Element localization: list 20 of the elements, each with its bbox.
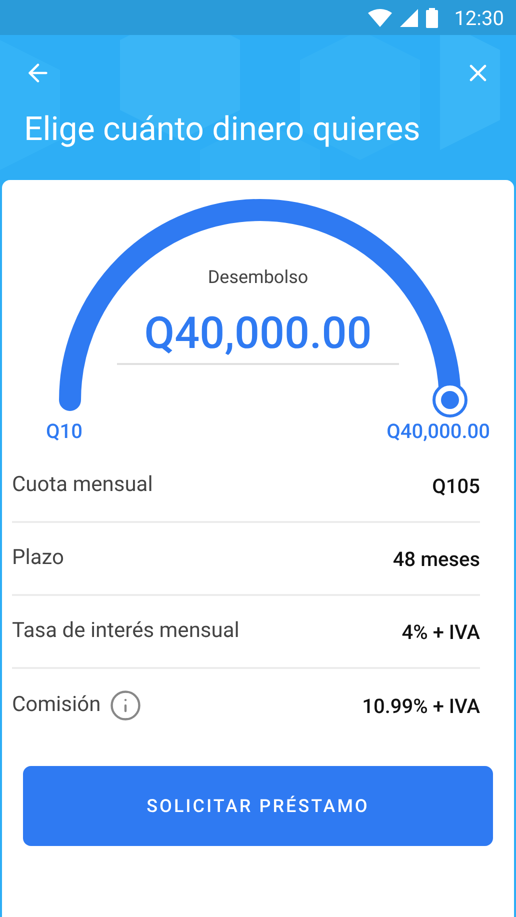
signal-icon (400, 8, 418, 26)
amount-label: Desembolso (208, 266, 308, 290)
detail-value: 4% + IVA (402, 618, 480, 646)
detail-label: Plazo (12, 544, 64, 572)
detail-value: 10.99% + IVA (362, 692, 480, 720)
detail-value: Q105 (432, 472, 480, 500)
amount-field[interactable]: Q40,000.00 (117, 303, 399, 365)
status-time: 12:30 (454, 4, 504, 32)
apply-button[interactable]: SOLICITAR PRÉSTAMO (23, 766, 493, 846)
detail-label: Cuota mensual (12, 472, 153, 499)
min-amount-label: Q10 (46, 418, 83, 445)
detail-value: 48 meses (392, 546, 480, 572)
detail-label: Tasa de interés mensual (12, 618, 240, 645)
gauge-drawing[interactable] (59, 199, 468, 418)
battery-icon (426, 8, 438, 28)
wifi-icon (368, 8, 392, 26)
detail-label: Comisión (12, 692, 101, 719)
page-title: Elige cuánto dinero quieres (23, 110, 422, 150)
info-icon[interactable] (108, 689, 142, 722)
max-amount-label: Q40,000.00 (386, 418, 490, 445)
